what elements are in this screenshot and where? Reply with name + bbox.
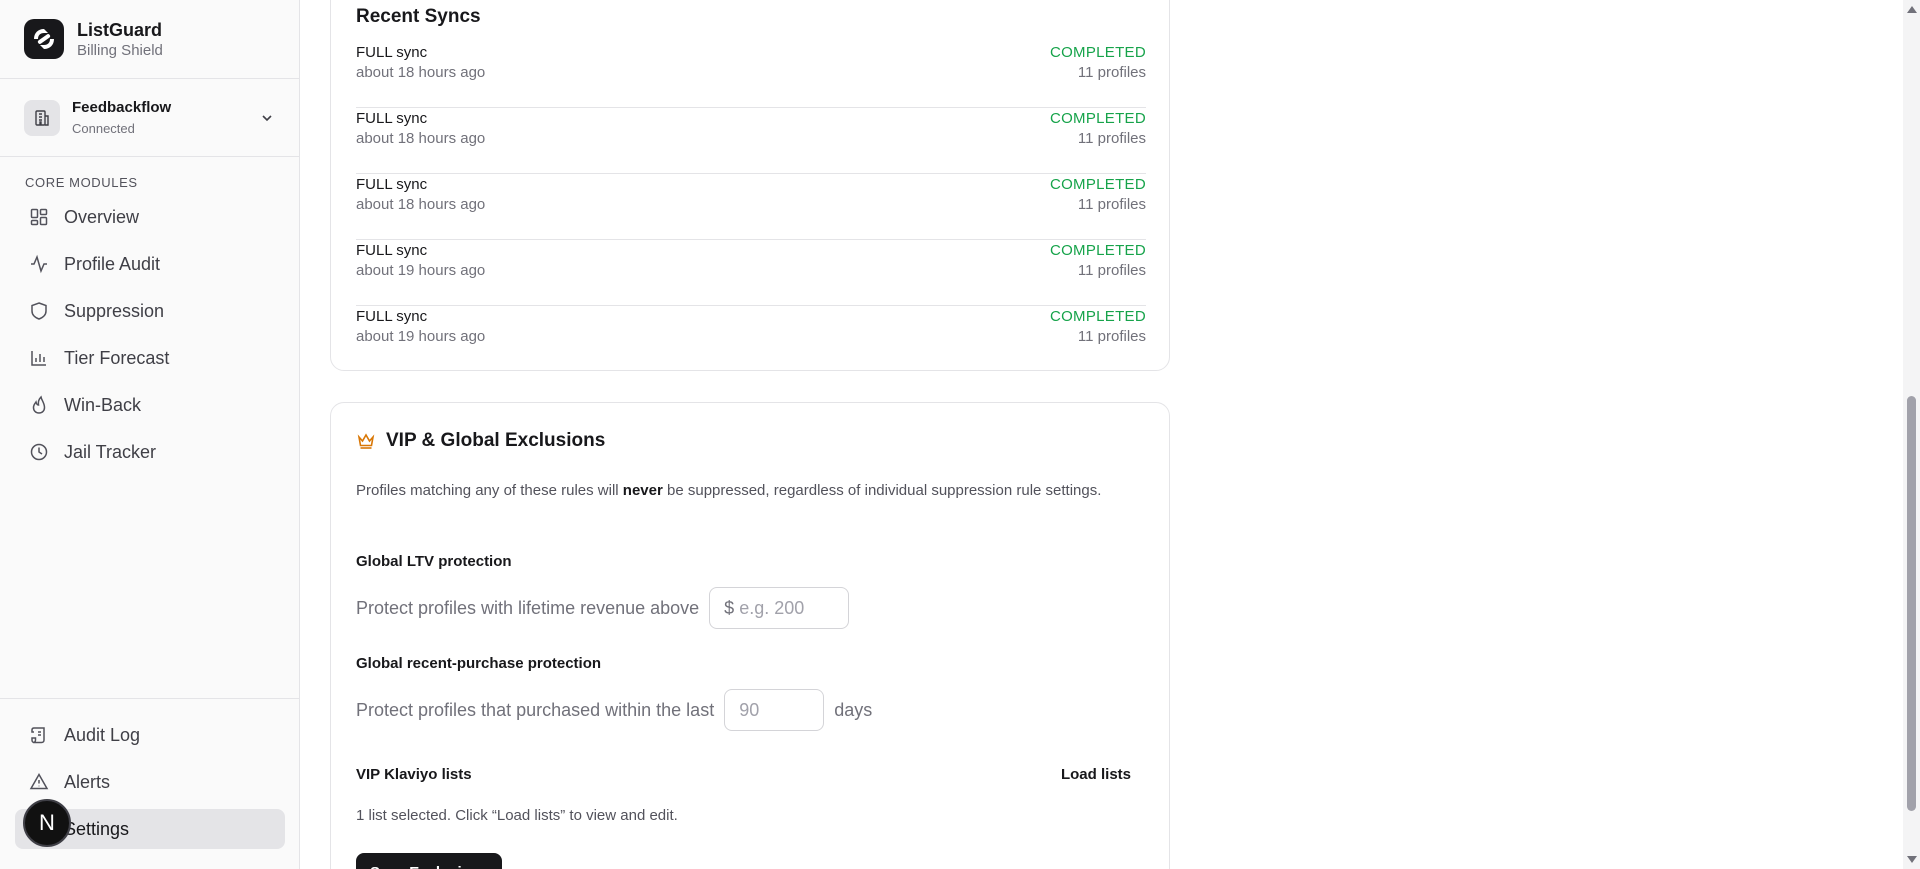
currency-prefix: $ [724, 597, 735, 618]
table-row: FULL sync about 19 hours ago COMPLETED 1… [356, 306, 1146, 372]
sidebar-item-label: Suppression [64, 300, 165, 321]
sidebar-item-tier-forecast[interactable]: Tier Forecast [15, 338, 284, 378]
sidebar-item-label: Alerts [64, 771, 111, 792]
profile-count: 11 profiles [1077, 64, 1146, 81]
days-input[interactable] [739, 699, 800, 721]
sync-time: about 19 hours ago [356, 328, 486, 345]
table-row: FULL sync about 18 hours ago COMPLETED 1… [356, 174, 1146, 240]
vip-lists-label: VIP Klaviyo lists [356, 766, 472, 783]
clock-icon [29, 442, 49, 462]
profile-count: 11 profiles [1077, 262, 1146, 279]
scrollbar[interactable] [1903, 0, 1920, 869]
profile-count: 11 profiles [1077, 130, 1146, 147]
sidebar-item-jail-tracker[interactable]: Jail Tracker [15, 432, 284, 472]
workspace-switcher[interactable]: Feedbackflow Connected [0, 79, 299, 157]
sync-type: FULL sync [356, 110, 428, 127]
activity-icon [29, 254, 49, 274]
exclusions-title: VIP & Global Exclusions [386, 430, 606, 451]
status-badge: COMPLETED [1049, 308, 1146, 325]
days-suffix: days [834, 699, 873, 720]
recent-syncs-card: Recent Syncs FULL sync about 18 hours ag… [330, 0, 1170, 371]
sidebar-item-alerts[interactable]: Alerts [15, 762, 285, 802]
scroll-icon [29, 725, 49, 745]
sidebar-item-label: Win-Back [64, 394, 142, 415]
ltv-text: Protect profiles with lifetime revenue a… [356, 597, 700, 618]
bar-chart-icon [29, 348, 49, 368]
grid-icon [29, 207, 49, 227]
recent-syncs-title: Recent Syncs [356, 6, 481, 27]
sidebar-item-label: Overview [64, 206, 140, 227]
shield-icon [29, 301, 49, 321]
sync-time: about 19 hours ago [356, 262, 486, 279]
sidebar-item-label: Profile Audit [64, 253, 161, 274]
user-avatar[interactable]: N [23, 799, 71, 847]
recent-purchase-row: Protect profiles that purchased within t… [356, 689, 872, 731]
sidebar: ListGuard Billing Shield Feedbackflow Co… [0, 0, 300, 869]
desc-emphasis: never [622, 482, 663, 499]
recent-purchase-label: Global recent-purchase protection [356, 655, 602, 672]
vip-exclusions-card: VIP & Global Exclusions Profiles matchin… [330, 402, 1170, 869]
workspace-name: Feedbackflow [72, 98, 172, 116]
sync-type: FULL sync [356, 176, 428, 193]
table-row: FULL sync about 19 hours ago COMPLETED 1… [356, 240, 1146, 306]
scroll-down-arrow-icon[interactable] [1907, 856, 1917, 863]
profile-count: 11 profiles [1077, 196, 1146, 213]
recent-purchase-text: Protect profiles that purchased within t… [356, 699, 715, 720]
status-badge: COMPLETED [1049, 110, 1146, 127]
brand-subtitle: Billing Shield [77, 41, 163, 59]
sidebar-item-label: Jail Tracker [64, 441, 157, 462]
desc-text: be suppressed, regardless of individual … [662, 482, 1102, 499]
alert-triangle-icon [29, 772, 49, 792]
sidebar-item-overview[interactable]: Overview [15, 197, 284, 237]
table-row: FULL sync about 18 hours ago COMPLETED 1… [356, 42, 1146, 108]
sidebar-item-profile-audit[interactable]: Profile Audit [15, 244, 284, 284]
sync-time: about 18 hours ago [356, 64, 486, 81]
sync-type: FULL sync [356, 308, 428, 325]
profile-count: 11 profiles [1077, 328, 1146, 345]
building-icon [24, 99, 60, 136]
brand-name: ListGuard [77, 19, 163, 40]
exclusions-header: VIP & Global Exclusions [356, 430, 605, 452]
exclusions-description: Profiles matching any of these rules wil… [356, 479, 1146, 503]
brand-logo-icon [24, 19, 64, 59]
sidebar-item-label: Tier Forecast [64, 347, 170, 368]
flame-icon [29, 395, 49, 415]
section-label-core-modules: CORE MODULES [25, 175, 138, 190]
brand: ListGuard Billing Shield [0, 0, 299, 79]
ltv-input[interactable] [739, 597, 820, 619]
save-exclusions-button[interactable]: Save Exclusions [356, 853, 503, 869]
sync-type: FULL sync [356, 242, 428, 259]
scroll-up-arrow-icon[interactable] [1907, 6, 1917, 13]
crown-icon [356, 431, 376, 451]
workspace-status: Connected [72, 120, 135, 136]
sidebar-item-label: Settings [64, 818, 130, 839]
ltv-label: Global LTV protection [356, 553, 512, 570]
table-row: FULL sync about 18 hours ago COMPLETED 1… [356, 108, 1146, 174]
sidebar-item-suppression[interactable]: Suppression [15, 291, 284, 331]
sync-list: FULL sync about 18 hours ago COMPLETED 1… [356, 42, 1146, 372]
status-badge: COMPLETED [1049, 242, 1146, 259]
sidebar-item-label: Audit Log [64, 724, 141, 745]
ltv-input-wrapper: $ [709, 587, 850, 629]
load-lists-button[interactable]: Load lists [1061, 766, 1131, 783]
scroll-thumb[interactable] [1907, 396, 1916, 811]
sync-type: FULL sync [356, 44, 428, 61]
days-input-wrapper [724, 689, 825, 731]
ltv-row: Protect profiles with lifetime revenue a… [356, 587, 850, 629]
sidebar-item-audit-log[interactable]: Audit Log [15, 715, 285, 755]
status-badge: COMPLETED [1049, 44, 1146, 61]
sidebar-item-win-back[interactable]: Win-Back [15, 385, 284, 425]
sync-time: about 18 hours ago [356, 196, 486, 213]
chevron-down-icon [262, 114, 272, 121]
desc-text: Profiles matching any of these rules wil… [356, 482, 623, 499]
sync-time: about 18 hours ago [356, 130, 486, 147]
vip-lists-note: 1 list selected. Click “Load lists” to v… [356, 807, 678, 824]
status-badge: COMPLETED [1049, 176, 1146, 193]
